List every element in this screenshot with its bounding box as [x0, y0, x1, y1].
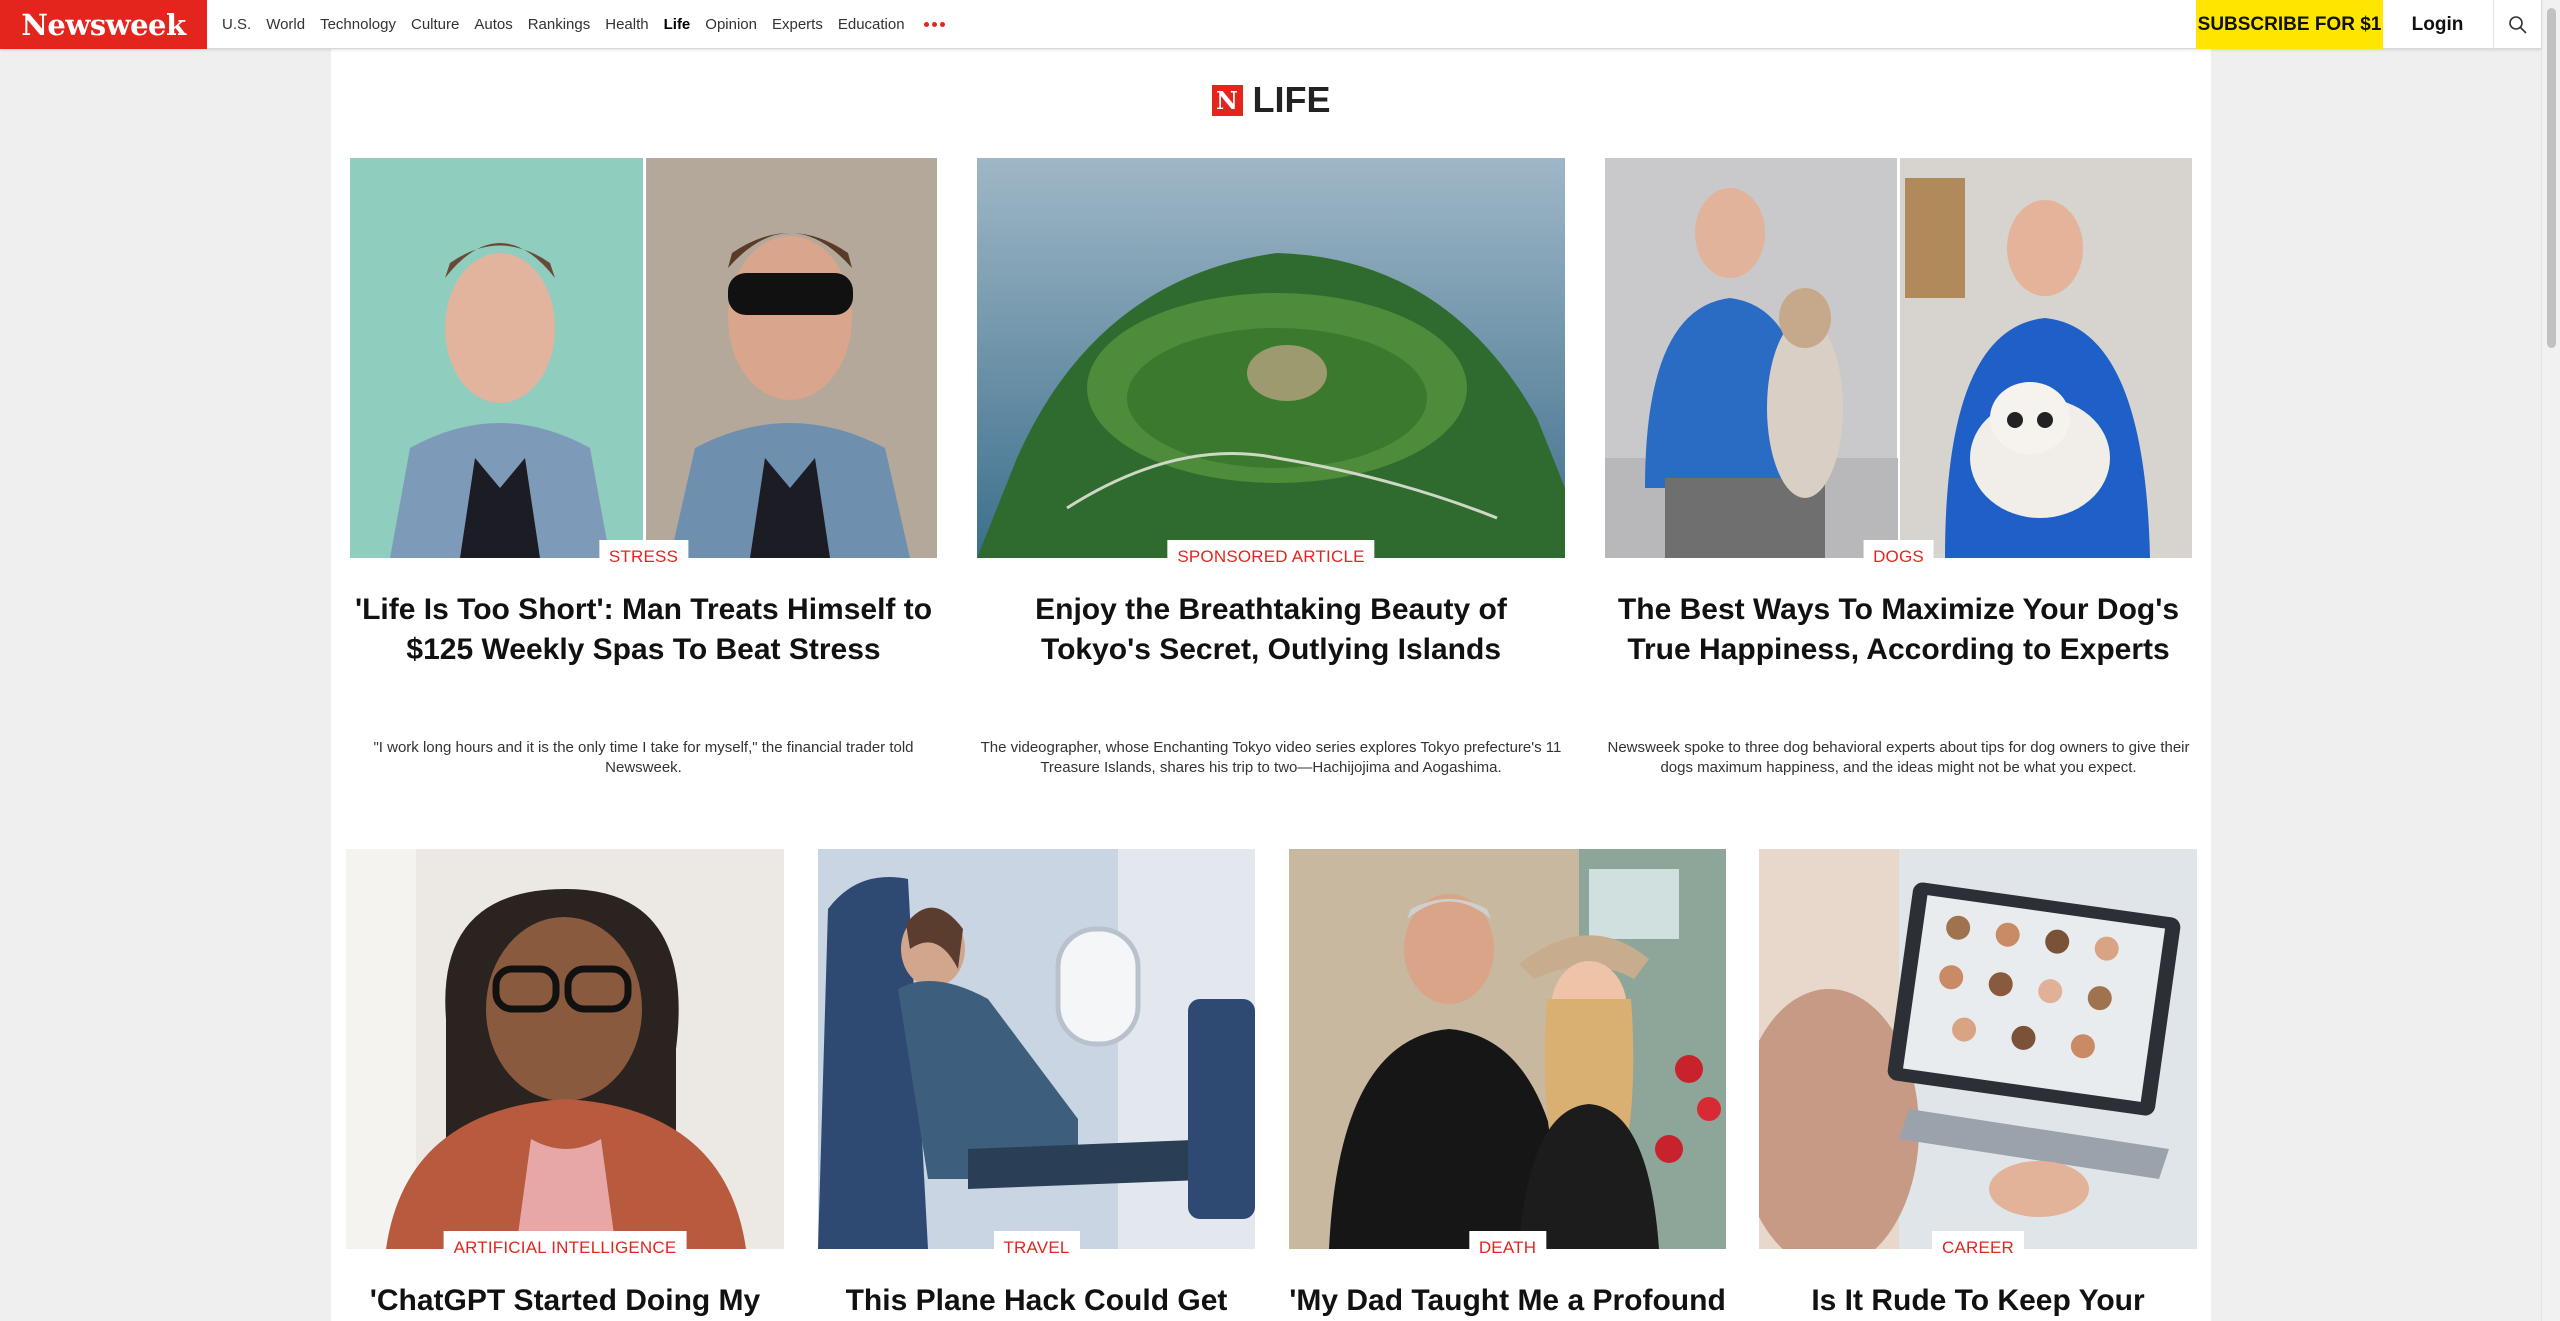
nav-item-us[interactable]: U.S.: [222, 16, 251, 33]
article-card-ai[interactable]: ARTIFICIAL INTELLIGENCE 'ChatGPT Started…: [346, 849, 784, 1321]
scrollbar-thumb[interactable]: [2547, 8, 2556, 348]
newsweek-logo[interactable]: Newsweek: [0, 0, 207, 49]
article-headline[interactable]: Is It Rude To Keep Your Camera: [1759, 1281, 2197, 1321]
category-tag[interactable]: SPONSORED ARTICLE: [1167, 540, 1375, 570]
article-image[interactable]: [1289, 849, 1726, 1249]
article-image[interactable]: [350, 158, 937, 558]
main-nav: U.S. World Technology Culture Autos Rank…: [222, 0, 945, 49]
article-image[interactable]: [1759, 849, 2197, 1249]
nav-item-health[interactable]: Health: [605, 16, 648, 33]
article-image[interactable]: [1605, 158, 2192, 558]
article-card-dogs[interactable]: DOGS The Best Ways To Maximize Your Dog'…: [1605, 158, 2192, 838]
newsweek-n-icon: N: [1211, 84, 1243, 116]
category-tag[interactable]: STRESS: [598, 540, 689, 570]
article-card-career[interactable]: CAREER Is It Rude To Keep Your Camera: [1759, 849, 2197, 1321]
article-card-stress[interactable]: STRESS 'Life Is Too Short': Man Treats H…: [350, 158, 937, 838]
subscribe-button[interactable]: SUBSCRIBE FOR $1: [2196, 0, 2383, 49]
main-content: N LIFE STRESS 'Life Is Too Short': Man T…: [331, 49, 2211, 1321]
article-image[interactable]: [977, 158, 1565, 558]
article-headline[interactable]: 'My Dad Taught Me a Profound: [1289, 1281, 1726, 1321]
article-headline[interactable]: Enjoy the Breathtaking Beauty of Tokyo's…: [977, 590, 1565, 670]
category-tag[interactable]: DEATH: [1468, 1231, 1547, 1261]
category-tag[interactable]: TRAVEL: [993, 1231, 1080, 1261]
article-card-death[interactable]: DEATH 'My Dad Taught Me a Profound: [1289, 849, 1726, 1321]
article-headline[interactable]: 'Life Is Too Short': Man Treats Himself …: [350, 590, 937, 670]
article-description: The videographer, whose Enchanting Tokyo…: [980, 739, 1562, 776]
nav-item-culture[interactable]: Culture: [411, 16, 459, 33]
category-tag[interactable]: CAREER: [1931, 1231, 2025, 1261]
article-headline[interactable]: 'ChatGPT Started Doing My Job,: [346, 1281, 784, 1321]
article-card-sponsored[interactable]: SPONSORED ARTICLE Enjoy the Breathtaking…: [977, 158, 1565, 838]
article-description: "I work long hours and it is the only ti…: [373, 739, 914, 776]
article-image[interactable]: [346, 849, 784, 1249]
more-menu-icon[interactable]: [923, 0, 945, 49]
page-scrollbar[interactable]: [2541, 0, 2560, 1321]
section-header: N LIFE: [331, 79, 2211, 121]
article-headline[interactable]: The Best Ways To Maximize Your Dog's Tru…: [1605, 590, 2192, 670]
article-image[interactable]: [818, 849, 1255, 1249]
article-card-travel[interactable]: TRAVEL This Plane Hack Could Get You: [818, 849, 1255, 1321]
top-navigation-bar: Newsweek U.S. World Technology Culture A…: [0, 0, 2541, 49]
login-button[interactable]: Login: [2383, 0, 2492, 49]
nav-item-technology[interactable]: Technology: [320, 16, 396, 33]
nav-item-world[interactable]: World: [266, 16, 305, 33]
article-description: Newsweek spoke to three dog behavioral e…: [1607, 739, 2190, 776]
nav-item-education[interactable]: Education: [838, 16, 905, 33]
category-tag[interactable]: DOGS: [1863, 540, 1934, 570]
search-icon[interactable]: [2493, 0, 2541, 49]
article-headline[interactable]: This Plane Hack Could Get You: [818, 1281, 1255, 1321]
category-tag[interactable]: ARTIFICIAL INTELLIGENCE: [443, 1231, 687, 1261]
page-title: LIFE: [1252, 79, 1331, 120]
nav-item-opinion[interactable]: Opinion: [705, 16, 757, 33]
nav-item-rankings[interactable]: Rankings: [528, 16, 591, 33]
nav-item-life[interactable]: Life: [664, 16, 691, 33]
nav-item-autos[interactable]: Autos: [474, 16, 512, 33]
logo-text: Newsweek: [21, 7, 186, 42]
nav-item-experts[interactable]: Experts: [772, 16, 823, 33]
